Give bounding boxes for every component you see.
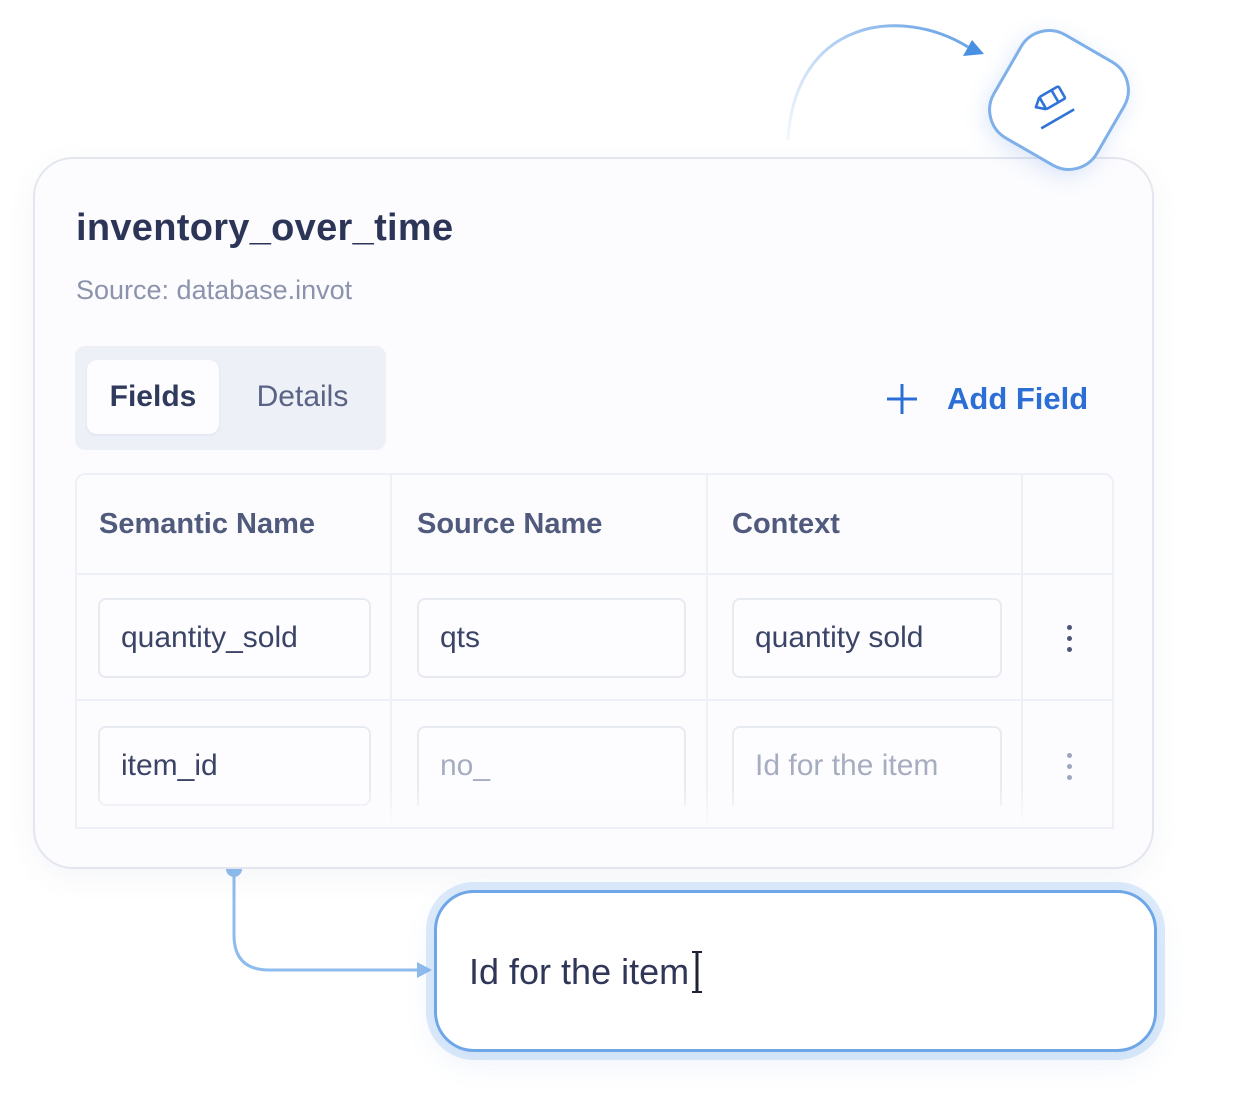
dataset-title: inventory_over_time — [76, 207, 454, 249]
header-divider — [77, 573, 1112, 575]
column-divider — [1021, 475, 1023, 827]
column-divider — [390, 475, 392, 827]
dataset-source: Source: database.invot — [76, 275, 353, 305]
row-divider — [77, 699, 1112, 701]
semantic-name-input[interactable]: quantity_sold — [98, 598, 371, 678]
top-arc-arrowhead — [963, 40, 984, 56]
column-divider — [706, 475, 708, 827]
tab-details[interactable]: Details — [235, 360, 370, 434]
plus-icon — [887, 384, 917, 414]
text-cursor-icon — [692, 951, 703, 993]
header-semantic-name: Semantic Name — [99, 508, 315, 540]
context-input[interactable]: Id for the item — [732, 726, 1002, 806]
source-name-input[interactable]: qts — [417, 598, 686, 678]
top-arc-connector — [786, 24, 969, 141]
add-field-button[interactable]: Add Field — [885, 377, 1088, 421]
fields-table: Semantic Name Source Name Context quanti… — [75, 473, 1114, 829]
context-editor-value: Id for the item — [469, 951, 690, 992]
kebab-menu-icon-dot — [1066, 646, 1072, 652]
header-source-name: Source Name — [417, 508, 603, 540]
bottom-connector — [232, 869, 418, 972]
kebab-menu-icon-dot — [1066, 635, 1072, 641]
row-menu-button[interactable] — [1054, 618, 1084, 658]
context-editor-input[interactable]: Id for the item — [434, 890, 1157, 1052]
kebab-menu-icon-dot — [1066, 763, 1072, 769]
bottom-connector-arrowhead — [417, 962, 432, 978]
source-name-input[interactable]: no_ — [417, 726, 686, 806]
semantic-name-input[interactable]: item_id — [98, 726, 371, 806]
context-editor-value-wrap: Id for the item — [469, 949, 704, 995]
stage: inventory_over_time Source: database.inv… — [0, 0, 1235, 1106]
row-menu-button[interactable] — [1054, 746, 1084, 786]
tab-fields[interactable]: Fields — [87, 360, 219, 434]
context-input[interactable]: quantity sold — [732, 598, 1002, 678]
dataset-card: inventory_over_time Source: database.inv… — [33, 157, 1154, 869]
tab-bar: Fields Details — [75, 346, 386, 450]
pencil-edit-icon — [1034, 85, 1075, 130]
kebab-menu-icon — [1066, 624, 1072, 630]
add-field-label: Add Field — [947, 381, 1089, 416]
header-context: Context — [732, 508, 840, 540]
kebab-menu-icon — [1066, 752, 1072, 758]
kebab-menu-icon-dot — [1066, 774, 1072, 780]
